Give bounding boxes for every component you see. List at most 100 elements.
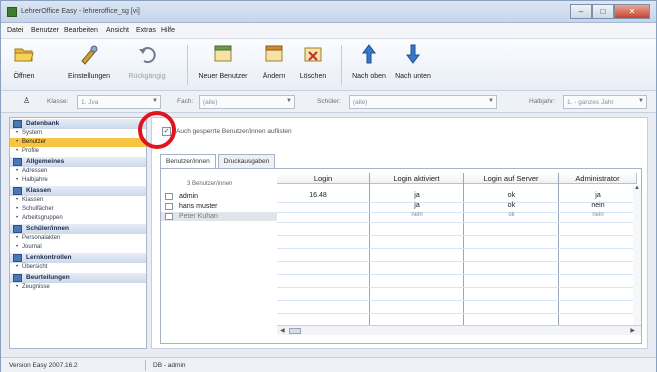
row-divider — [277, 287, 637, 288]
sidebar-item-profile[interactable]: Profile — [10, 147, 146, 156]
arrow-down-icon — [406, 44, 420, 64]
app-icon — [7, 7, 17, 17]
class-filter-select[interactable]: 1. Jva ▼ — [77, 95, 161, 109]
arrow-up-icon — [362, 44, 376, 64]
cell-administrator: nein — [592, 212, 604, 218]
close-icon[interactable]: ✕ — [614, 4, 650, 19]
settings-icon — [81, 45, 98, 65]
undo-icon — [139, 47, 156, 64]
scroll-up-icon[interactable]: ▲ — [634, 185, 640, 191]
settings-button[interactable]: Einstellungen — [61, 43, 117, 87]
folder-open-icon — [14, 48, 34, 62]
chevron-down-icon: ▼ — [638, 98, 644, 104]
move-down-button[interactable]: Nach unten — [393, 43, 433, 87]
tab-druckausgaben[interactable]: Druckausgaben — [217, 154, 276, 168]
vertical-scrollbar[interactable]: ▲ — [633, 185, 641, 325]
list-item[interactable]: admin — [161, 192, 277, 201]
maximize-icon[interactable]: □ — [592, 4, 614, 19]
row-divider — [277, 313, 637, 314]
column-header-administrator[interactable]: Administrator — [559, 173, 637, 184]
list-item[interactable]: hans muster — [161, 202, 277, 211]
sidebar-item-arbeitsgruppen[interactable]: Arbeitsgruppen — [10, 214, 146, 223]
sidebar-item-personalakten[interactable]: Personalakten — [10, 234, 146, 243]
sidebar-item-journal[interactable]: Journal — [10, 243, 146, 252]
sidebar-item-system[interactable]: System — [10, 129, 146, 138]
menu-datei[interactable]: Datei — [7, 27, 23, 34]
new-user-button[interactable]: Neuer Benutzer — [197, 43, 249, 87]
half-filter-label: Halbjahr: — [529, 98, 556, 105]
subject-filter-select[interactable]: (alle) ▼ — [199, 95, 295, 109]
menu-bar: Datei Benutzer Bearbeiten Ansicht Extras… — [1, 23, 656, 39]
cell-login-aktiviert: ja — [414, 202, 420, 209]
change-button[interactable]: Ändern — [259, 43, 289, 87]
row-divider — [277, 235, 637, 236]
row-divider — [277, 274, 637, 275]
filter-bar: ♙ Klasse: 1. Jva ▼ Fach: (alle) ▼ Schüler:… — [1, 91, 656, 113]
cell-login-server: ok — [507, 192, 516, 199]
sidebar-group-klassen[interactable]: Klassen — [10, 186, 146, 196]
sidebar-item-klassen[interactable]: Klassen — [10, 196, 146, 205]
sidebar-item-halbjahre[interactable]: Halbjahre — [10, 176, 146, 185]
toolbar-separator — [341, 45, 342, 85]
sidebar-item-schulfaecher[interactable]: Schulfächer — [10, 205, 146, 214]
chevron-down-icon: ▼ — [152, 98, 158, 104]
chevron-down-icon: ▼ — [488, 98, 494, 104]
menu-extras[interactable]: Extras — [136, 27, 156, 34]
period-filter-label: Schüler: — [317, 98, 341, 105]
column-header-login-server[interactable]: Login auf Server — [464, 173, 559, 184]
user-checkbox[interactable] — [165, 193, 173, 200]
user-status: DB - admin — [153, 362, 186, 369]
menu-hilfe[interactable]: Hilfe — [161, 27, 175, 34]
user-checkbox[interactable] — [165, 203, 173, 210]
tab-benutzer[interactable]: Benutzer/innen — [160, 154, 216, 169]
cell-login-server: ok — [508, 212, 515, 218]
sidebar-group-allgemeines[interactable]: Allgemeines — [10, 157, 146, 167]
row-divider — [277, 222, 637, 223]
menu-ansicht[interactable]: Ansicht — [106, 27, 129, 34]
cell-login-server: ok — [507, 202, 516, 209]
delete-button[interactable]: Löschen — [297, 43, 329, 87]
column-header-login[interactable]: Login — [277, 173, 370, 184]
app-window: LehrerOffice Easy - lehreroffice_sg [vi]… — [0, 0, 657, 372]
move-up-button[interactable]: Nach oben — [351, 43, 387, 87]
report-icon — [13, 274, 22, 282]
horizontal-scrollbar[interactable]: ◀ ▶ — [277, 325, 641, 335]
period-filter-select[interactable]: (alle) ▼ — [349, 95, 497, 109]
sidebar-item-zeugnisse[interactable]: Zeugnisse — [10, 283, 146, 292]
cell-login: 16.48 — [309, 192, 327, 199]
sidebar-item-benutzer[interactable]: Benutzer — [10, 138, 146, 147]
version-status: Version Easy 2007.16.2 — [9, 362, 78, 369]
user-checkbox[interactable] — [165, 213, 173, 220]
sidebar-item-adressen[interactable]: Adressen — [10, 167, 146, 176]
student-icon — [13, 225, 22, 233]
menu-bearbeiten[interactable]: Bearbeiten — [64, 27, 98, 34]
scrollbar-thumb[interactable] — [289, 328, 301, 334]
sidebar-group-lernkontrollen[interactable]: Lernkontrollen — [10, 253, 146, 263]
class-filter-icon: ♙ — [23, 96, 31, 105]
half-filter-select[interactable]: 1. - ganzes Jahr ▼ — [563, 95, 647, 109]
undo-button[interactable]: Rückgängig — [127, 43, 167, 87]
menu-benutzer[interactable]: Benutzer — [31, 27, 59, 34]
chevron-down-icon: ▼ — [286, 98, 292, 104]
database-icon — [13, 120, 22, 128]
sidebar-group-schueler[interactable]: Schüler/innen — [10, 224, 146, 234]
scroll-right-icon[interactable]: ▶ — [630, 327, 635, 334]
cell-login-aktiviert: nein — [411, 212, 423, 218]
navigation-sidebar: Datenbank System Benutzer Profile Allgem… — [9, 117, 147, 349]
sidebar-group-datenbank[interactable]: Datenbank — [10, 119, 146, 129]
cell-administrator: nein — [591, 202, 605, 209]
open-button[interactable]: Öffnen — [9, 43, 39, 87]
sidebar-group-beurteilungen[interactable]: Beurteilungen — [10, 273, 146, 283]
scroll-left-icon[interactable]: ◀ — [280, 327, 285, 334]
toolbar-separator — [187, 45, 188, 85]
title-bar: LehrerOffice Easy - lehreroffice_sg [vi]… — [1, 1, 656, 23]
minimize-icon[interactable]: – — [570, 4, 592, 19]
content-tabs: Benutzer/innen Druckausgaben — [160, 154, 277, 169]
list-item[interactable]: Peter Kuhan — [161, 212, 277, 221]
main-content: ✓ Auch gesperrte Benutzer/innen aufliste… — [151, 117, 648, 349]
sidebar-item-uebersicht[interactable]: Übersicht — [10, 263, 146, 272]
subject-filter-label: Fach: — [177, 98, 194, 105]
users-panel: 3 Benutzer/innen admin hans muster Peter… — [160, 168, 642, 344]
highlight-circle-annotation — [138, 111, 176, 149]
column-header-login-aktiviert[interactable]: Login aktiviert — [370, 173, 464, 184]
